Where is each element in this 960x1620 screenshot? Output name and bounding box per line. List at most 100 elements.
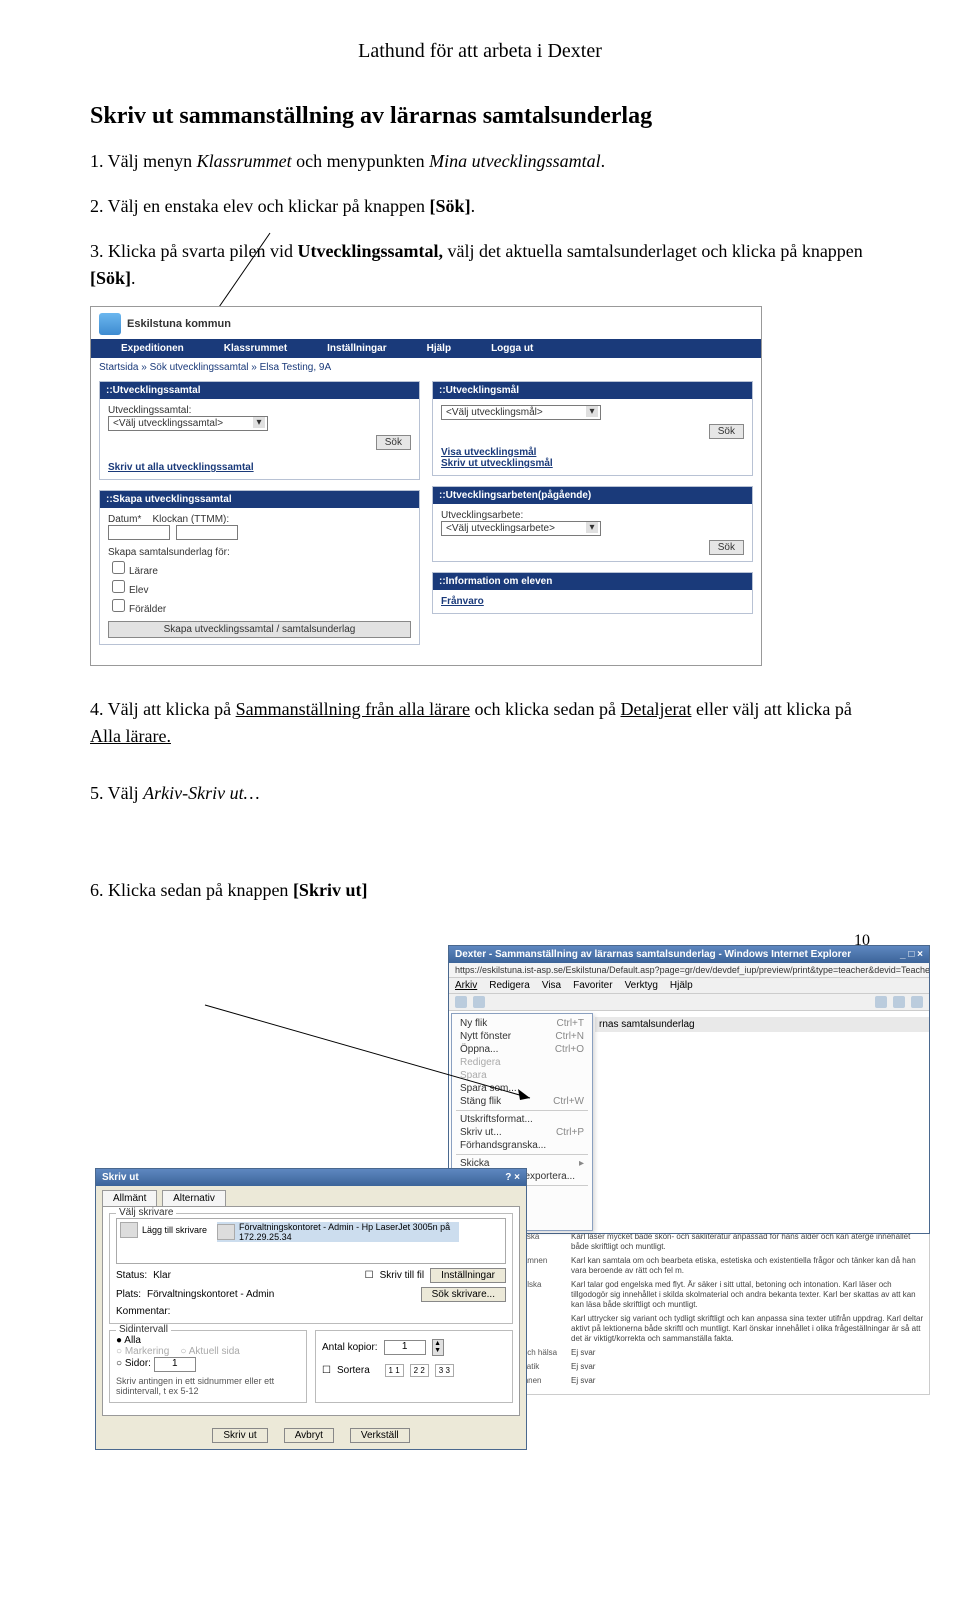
screenshot-dexter-app: Eskilstuna kommun Expeditionen Klassrumm…: [90, 306, 762, 666]
nav-loggaut[interactable]: Logga ut: [491, 343, 533, 354]
ie-menu-hjalp[interactable]: Hjälp: [670, 980, 693, 991]
collate-icon: 1 1: [385, 1364, 404, 1377]
print-tab-alternativ[interactable]: Alternativ: [162, 1190, 226, 1206]
nav-expeditionen[interactable]: Expeditionen: [121, 343, 184, 354]
nav-klassrummet[interactable]: Klassrummet: [224, 343, 287, 354]
label-larare: Lärare: [129, 566, 158, 577]
star-icon[interactable]: [455, 996, 467, 1008]
select-utvecklingsarbete[interactable]: <Välj utvecklingsarbete>: [441, 521, 601, 536]
radio-aktuell[interactable]: [180, 1346, 188, 1357]
label-all: Alla: [124, 1335, 141, 1346]
eskilstuna-logo-text: Eskilstuna kommun: [127, 318, 231, 330]
step-4-link-1: Sammanställning från alla lärare: [236, 699, 470, 719]
menu-item[interactable]: Spara som...: [452, 1082, 592, 1095]
printer-add-icon: [120, 1222, 138, 1238]
printer-selected-label: Förvaltningskontoret - Admin - Hp LaserJ…: [239, 1222, 459, 1242]
link-franvaro[interactable]: Frånvaro: [441, 596, 484, 607]
row-text: Karl talar god engelska med flyt. Är säk…: [571, 1280, 925, 1310]
step-3-field: Utvecklingssamtal,: [297, 241, 443, 261]
step-1-text-c: och menypunkten: [292, 151, 429, 171]
section-title: Skriv ut sammanställning av lärarnas sam…: [90, 103, 870, 130]
print-icon[interactable]: [911, 996, 923, 1008]
panel-utvecklingssamtal-header: ::Utvecklingssamtal: [100, 382, 419, 399]
step-4-text-e: eller välj att klicka på: [691, 699, 851, 719]
radio-sidor[interactable]: [116, 1358, 125, 1369]
step-5-text-a: 5. Välj: [90, 783, 143, 803]
ie-toolbar: [449, 994, 929, 1011]
step-1: 1. Välj menyn Klassrummet och menypunkte…: [90, 148, 870, 175]
cancel-button[interactable]: Avbryt: [284, 1428, 334, 1443]
radio-markering[interactable]: [116, 1346, 125, 1357]
step-6-text-a: 6. Klicka sedan på knappen: [90, 880, 293, 900]
checkbox-foralder[interactable]: [112, 599, 125, 612]
status-value: Klar: [153, 1270, 171, 1281]
group-printer-title: Välj skrivare: [116, 1207, 176, 1218]
print-button[interactable]: Skriv ut: [212, 1428, 267, 1443]
label-utvecklingsarbete: Utvecklingsarbete:: [441, 510, 744, 521]
sok-button-3[interactable]: Sök: [709, 540, 744, 555]
sok-button-2[interactable]: Sök: [709, 424, 744, 439]
input-datum[interactable]: [108, 525, 170, 540]
input-copies[interactable]: 1: [384, 1340, 426, 1355]
link-skriv-ut-alla[interactable]: Skriv ut alla utvecklingssamtal: [108, 462, 254, 473]
nav-installningar[interactable]: Inställningar: [327, 343, 386, 354]
ie-menu-favoriter[interactable]: Favoriter: [573, 980, 612, 991]
plats-label: Plats:: [116, 1289, 141, 1300]
feed-icon[interactable]: [893, 996, 905, 1008]
nav-hjalp[interactable]: Hjälp: [427, 343, 451, 354]
printer-selected[interactable]: Förvaltningskontoret - Admin - Hp LaserJ…: [217, 1222, 459, 1242]
input-klockan[interactable]: [176, 525, 238, 540]
ie-menu-redigera[interactable]: Redigera: [489, 980, 530, 991]
link-visa-mal[interactable]: Visa utvecklingsmål: [441, 447, 536, 458]
row-text: Karl läser mycket både skön- och saklite…: [571, 1232, 925, 1252]
link-skriv-ut-mal[interactable]: Skriv ut utvecklingsmål: [441, 458, 553, 469]
panel-utvecklingssamtal: ::Utvecklingssamtal Utvecklingssamtal: <…: [99, 381, 420, 480]
page-header: Lathund för att arbeta i Dexter: [90, 40, 870, 63]
step-4-link-2: Detaljerat: [621, 699, 692, 719]
checkbox-sortera[interactable]: [322, 1365, 331, 1376]
sok-button-1[interactable]: Sök: [376, 435, 411, 450]
skapa-button[interactable]: Skapa utvecklingssamtal / samtalsunderla…: [108, 621, 411, 638]
step-1-text-a: 1. Välj menyn: [90, 151, 197, 171]
home-icon[interactable]: [875, 996, 887, 1008]
input-sidor[interactable]: 1: [154, 1357, 196, 1372]
spin-up-icon[interactable]: ▲▼: [432, 1339, 444, 1356]
step-6-button: [Skriv ut]: [293, 880, 368, 900]
row-text: Ej svar: [571, 1348, 925, 1358]
ie-window-controls[interactable]: _ □ ×: [900, 949, 923, 960]
menu-item[interactable]: Utskriftsformat...: [452, 1113, 592, 1126]
menu-item[interactable]: Ny flikCtrl+T: [452, 1017, 592, 1030]
menu-item[interactable]: Öppna...Ctrl+O: [452, 1043, 592, 1056]
step-4-text-a: 4. Välj att klicka på: [90, 699, 236, 719]
step-1-menu: Klassrummet: [197, 151, 292, 171]
row-text: Karl kan samtala om och bearbeta etiska,…: [571, 1256, 925, 1276]
printer-add[interactable]: Lägg till skrivare: [120, 1222, 207, 1238]
select-utvecklingsmal[interactable]: <Välj utvecklingsmål>: [441, 405, 601, 420]
ie-menu-arkiv[interactable]: Arkiv: [455, 980, 477, 991]
checkbox-file[interactable]: [365, 1270, 374, 1281]
menu-item[interactable]: Stäng flikCtrl+W: [452, 1095, 592, 1108]
checkbox-elev[interactable]: [112, 580, 125, 593]
add-favorite-icon[interactable]: [473, 996, 485, 1008]
ie-menu-verktyg[interactable]: Verktyg: [625, 980, 658, 991]
menu-item[interactable]: Nytt fönsterCtrl+N: [452, 1030, 592, 1043]
apply-button[interactable]: Verkställ: [350, 1428, 410, 1443]
ie-doc-title: rnas samtalsunderlag: [595, 1017, 929, 1032]
breadcrumb-text: Startsida » Sök utvecklingssamtal » Elsa…: [99, 362, 331, 373]
ie-menubar: Arkiv Redigera Visa Favoriter Verktyg Hj…: [449, 978, 929, 994]
eskilstuna-logo-icon: [99, 313, 121, 335]
menu-separator: [456, 1110, 588, 1111]
checkbox-larare[interactable]: [112, 561, 125, 574]
ie-menu-visa[interactable]: Visa: [542, 980, 561, 991]
step-4-link-3: Alla lärare.: [90, 726, 171, 746]
menu-item[interactable]: Förhandsgranska...: [452, 1139, 592, 1152]
print-tab-allmant[interactable]: Allmänt: [102, 1190, 157, 1206]
select-utvecklingssamtal[interactable]: <Välj utvecklingssamtal>: [108, 416, 268, 431]
preferences-button[interactable]: Inställningar: [430, 1268, 506, 1283]
ie-url-bar[interactable]: https://eskilstuna.ist-asp.se/Eskilstuna…: [449, 963, 929, 978]
menu-item[interactable]: Skriv ut...Ctrl+P: [452, 1126, 592, 1139]
kommentar-label: Kommentar:: [116, 1306, 170, 1317]
print-close-icon[interactable]: ? ×: [505, 1172, 520, 1183]
find-printer-button[interactable]: Sök skrivare...: [421, 1287, 506, 1302]
step-3-button: [Sök]: [90, 268, 131, 288]
